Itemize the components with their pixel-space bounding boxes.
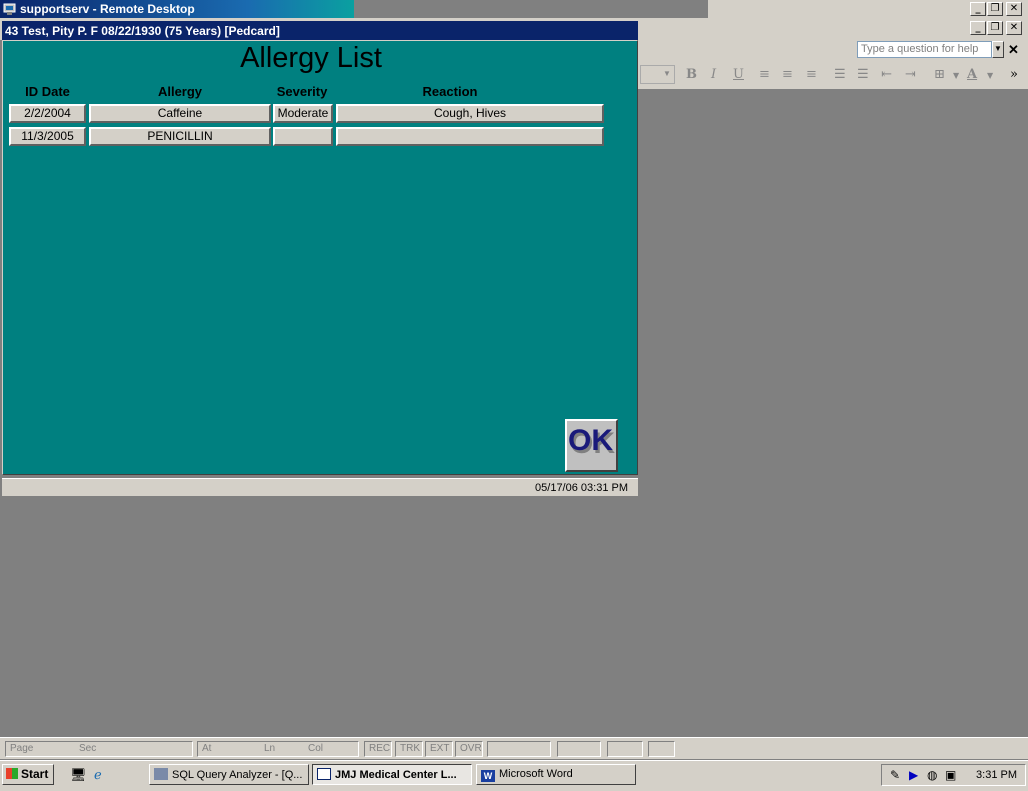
status-ext[interactable]: EXT: [425, 741, 453, 757]
ok-label: OK: [568, 424, 613, 457]
cell-reaction[interactable]: [336, 127, 604, 146]
cell-reaction[interactable]: Cough, Hives: [336, 104, 604, 123]
restore-icon: ❐: [990, 3, 1000, 14]
taskbar: Start 🖥 ℯ SQL Query Analyzer - [Q... JMJ…: [0, 760, 1028, 791]
help-dropdown-button[interactable]: ▼: [992, 41, 1004, 58]
status-trk[interactable]: TRK: [395, 741, 423, 757]
cell-id-date[interactable]: 11/3/2005: [9, 127, 86, 146]
remote-desktop-icon: [3, 2, 17, 16]
status-extra-pane: [607, 741, 643, 757]
numbered-list-icon[interactable]: ☰: [834, 67, 846, 82]
word-icon: W: [481, 770, 495, 782]
minimize-icon: _: [975, 3, 981, 14]
cell-severity[interactable]: Moderate: [273, 104, 333, 123]
chevron-down-icon[interactable]: ▼: [953, 71, 959, 80]
restore-button[interactable]: ❐: [987, 2, 1003, 16]
status-col-label: Col: [308, 743, 324, 754]
help-search-input[interactable]: Type a question for help: [857, 41, 992, 58]
restore-icon: ❐: [990, 22, 1000, 33]
dialog-status-bar: 05/17/06 03:31 PM: [2, 478, 638, 496]
status-spelling-pane: [557, 741, 601, 757]
start-label: Start: [21, 767, 49, 781]
clock[interactable]: 3:31 PM: [976, 769, 1017, 781]
bullet-list-icon[interactable]: ☰: [857, 67, 869, 82]
close-help-icon[interactable]: ✕: [1008, 42, 1019, 58]
network-icon[interactable]: ▣: [945, 768, 956, 782]
minimize-button[interactable]: _: [970, 2, 986, 16]
task-jmj-medical-center[interactable]: JMJ Medical Center L...: [312, 764, 472, 785]
page-title: Allergy List: [240, 42, 382, 74]
system-tray: ✎ ▶ ◍ ▣ 3:31 PM: [881, 764, 1026, 786]
status-language-pane: [487, 741, 551, 757]
align-left-icon[interactable]: ≡: [759, 67, 770, 82]
minimize-icon: _: [975, 22, 981, 33]
italic-icon[interactable]: I: [711, 67, 716, 82]
media-play-icon[interactable]: ▶: [909, 768, 918, 782]
column-header-severity: Severity: [276, 84, 328, 99]
cell-allergy[interactable]: Caffeine: [89, 104, 271, 123]
status-sec-label: Sec: [79, 743, 97, 754]
word-minimize-button[interactable]: _: [970, 21, 986, 35]
status-ln-label: Ln: [264, 743, 276, 754]
increase-indent-icon[interactable]: ⇥: [905, 67, 916, 82]
status-at-label: At: [202, 743, 212, 754]
status-extra-pane: [648, 741, 675, 757]
start-button[interactable]: Start: [2, 764, 54, 785]
status-timestamp: 05/17/06 03:31 PM: [535, 482, 628, 494]
borders-icon[interactable]: ⊞: [934, 67, 945, 82]
task-label: Microsoft Word: [499, 768, 573, 780]
task-label: SQL Query Analyzer - [Q...: [172, 769, 303, 781]
status-position-pane[interactable]: At Ln Col: [197, 741, 359, 757]
chevron-down-icon[interactable]: ▼: [987, 71, 993, 80]
decrease-indent-icon[interactable]: ⇤: [881, 67, 892, 82]
close-button[interactable]: ✕: [1006, 2, 1022, 16]
bold-icon[interactable]: B: [686, 67, 697, 82]
column-header-id-date: ID Date: [25, 84, 70, 99]
task-microsoft-word[interactable]: W Microsoft Word: [476, 764, 636, 785]
task-sql-query-analyzer[interactable]: SQL Query Analyzer - [Q...: [149, 764, 309, 785]
cell-id-date[interactable]: 2/2/2004: [9, 104, 86, 123]
speaker-icon[interactable]: ◍: [927, 768, 937, 782]
font-color-icon[interactable]: A: [967, 67, 977, 82]
word-close-button[interactable]: ✕: [1006, 21, 1022, 35]
close-icon: ✕: [1009, 3, 1019, 14]
show-desktop-icon[interactable]: 🖥: [70, 767, 87, 783]
application-window-icon: [317, 768, 331, 780]
status-page-pane[interactable]: Page Sec: [5, 741, 193, 757]
cell-severity[interactable]: [273, 127, 333, 146]
toolbar-overflow-icon[interactable]: »: [1010, 67, 1018, 82]
chevron-down-icon[interactable]: ▼: [663, 69, 671, 78]
word-restore-button[interactable]: ❐: [987, 21, 1003, 35]
close-icon: ✕: [1009, 22, 1019, 33]
word-status-bar: Page Sec At Ln Col REC TRK EXT OVR: [0, 737, 1028, 759]
underline-icon[interactable]: U: [733, 67, 744, 82]
remote-desktop-title: supportserv - Remote Desktop: [20, 2, 195, 16]
align-center-icon[interactable]: ≡: [782, 67, 793, 82]
column-header-reaction: Reaction: [422, 84, 478, 99]
task-label: JMJ Medical Center L...: [335, 769, 457, 781]
pen-icon[interactable]: ✎: [890, 768, 900, 782]
chevron-down-icon: ▼: [994, 44, 1002, 53]
ok-button[interactable]: OK OK: [565, 419, 618, 472]
sql-query-analyzer-icon: [154, 768, 168, 780]
align-right-icon[interactable]: ≡: [806, 67, 817, 82]
remote-desktop-title-inactive: [354, 0, 708, 18]
internet-explorer-icon[interactable]: ℯ: [94, 767, 102, 783]
cell-allergy[interactable]: PENICILLIN: [89, 127, 271, 146]
windows-flag-icon: [6, 768, 18, 779]
status-page-label: Page: [10, 743, 34, 754]
status-rec[interactable]: REC: [364, 741, 392, 757]
status-ovr[interactable]: OVR: [455, 741, 483, 757]
dialog-titlebar[interactable]: 43 Test, Pity P. F 08/22/1930 (75 Years)…: [2, 21, 638, 40]
column-header-allergy: Allergy: [157, 84, 203, 99]
